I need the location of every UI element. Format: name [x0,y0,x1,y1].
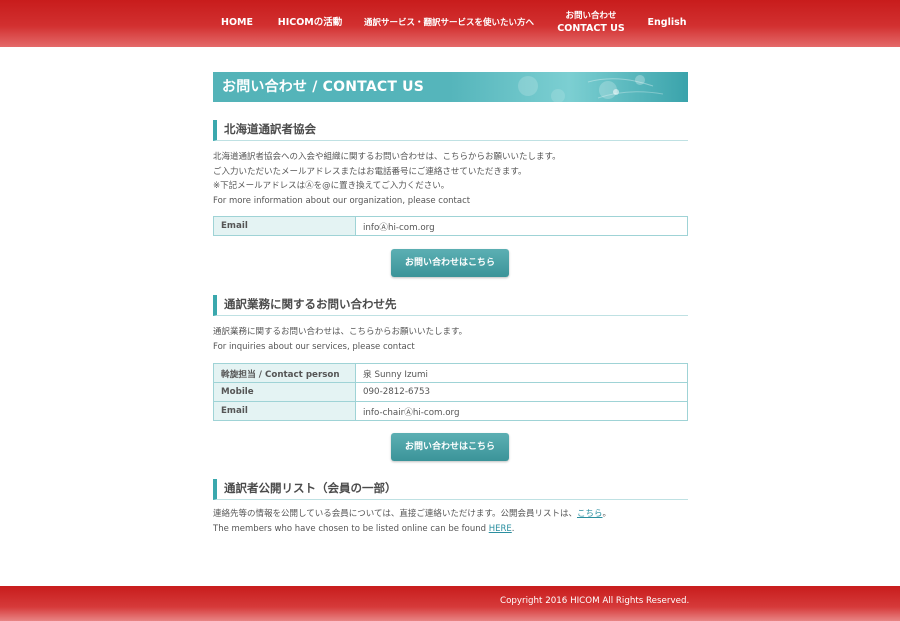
services-contact-table: 斡旋担当 / Contact person 泉 Sunny Izumi Mobi… [213,363,688,421]
section3-line-en: The members who have chosen to be listed… [213,522,611,537]
table-key: Mobile [213,382,356,402]
section1-line: For more information about our organizat… [213,195,471,206]
page-title: お問い合わせ / CONTACT US [222,79,425,95]
section3-line-jp: 連絡先等の情報を公開している会員については、直接ご連絡いただけます。公開会員リス… [213,507,611,522]
section-heading-services: 通訳業務に関するお問い合わせ先 [213,295,688,316]
table-value: 泉 Sunny Izumi [355,363,688,383]
nav-services[interactable]: 通訳サービス・翻訳サービスを使いたい方へ [364,0,534,47]
contact-button-services[interactable]: お問い合わせはこちら [391,433,509,461]
section2-line: 通訳業務に関するお問い合わせは、こちらからお願いいたします。 [213,327,468,337]
section1-line: 北海道通訳者協会への入会や組織に関するお問い合わせは、こちらからお願いいたします… [213,152,561,162]
nav-contact-jp: お問い合わせ [565,11,617,22]
nav-contact[interactable]: お問い合わせ CONTACT US [557,0,625,47]
member-list-link-en[interactable]: HERE [489,524,512,534]
section3-text: 連絡先等の情報を公開している会員については、直接ご連絡いただけます。公開会員リス… [213,509,577,519]
table-row: Email info-chairⒶhi-com.org [213,401,688,421]
section-heading-text: 北海道通訳者協会 [224,122,316,136]
top-nav-bar: HOME HICOMの活動 通訳サービス・翻訳サービスを使いたい方へ お問い合わ… [0,0,900,47]
copyright-text: Copyright 2016 HICOM All Rights Reserved… [500,596,690,606]
member-list-link-jp[interactable]: こちら [577,509,603,519]
section-heading-text: 通訳業務に関するお問い合わせ先 [224,297,397,311]
section2-line: For inquiries about our services, please… [213,341,415,352]
table-key: Email [213,216,356,236]
nav-english[interactable]: English [648,0,687,47]
table-key: Email [213,401,356,421]
contact-button-association[interactable]: お問い合わせはこちら [391,249,509,277]
table-value: info-chairⒶhi-com.org [355,401,688,421]
section1-line: ご入力いただいたメールアドレスまたはお電話番号にご連絡させていただきます。 [213,166,527,177]
nav-home[interactable]: HOME [221,0,253,47]
nav-activities[interactable]: HICOMの活動 [278,0,343,47]
nav-contact-en: CONTACT US [557,22,625,34]
section3-text: 。 [602,509,612,519]
table-value: 090-2812-6753 [355,382,688,402]
table-row: 斡旋担当 / Contact person 泉 Sunny Izumi [213,363,688,383]
footer: Copyright 2016 HICOM All Rights Reserved… [0,586,900,621]
table-value: infoⒶhi-com.org [355,216,688,236]
main-content: お問い合わせ / CONTACT US 北海道通訳者協会 北海道通訳者協会への入… [213,72,688,534]
section3-text: The members who have chosen to be listed… [213,523,489,534]
table-key: 斡旋担当 / Contact person [213,363,356,383]
section2-description: 通訳業務に関するお問い合わせは、こちらからお願いいたします。 For inqui… [213,325,467,354]
table-row: Mobile 090-2812-6753 [213,382,688,402]
section-heading-public-list: 通訳者公開リスト（会員の一部） [213,479,688,500]
section-heading-association: 北海道通訳者協会 [213,120,688,141]
section1-line: ※下記メールアドレスはⒶを@に置き換えてご入力ください。 [213,181,450,191]
page-title-banner: お問い合わせ / CONTACT US [213,72,688,102]
section3-text: . [511,523,515,534]
association-contact-table: Email infoⒶhi-com.org [213,216,688,236]
table-row: Email infoⒶhi-com.org [213,216,688,236]
section-heading-text: 通訳者公開リスト（会員の一部） [224,481,397,495]
section3-description: 連絡先等の情報を公開している会員については、直接ご連絡いただけます。公開会員リス… [213,507,611,536]
section1-description: 北海道通訳者協会への入会や組織に関するお問い合わせは、こちらからお願いいたします… [213,150,561,208]
banner-bubbles-icon [518,75,664,102]
